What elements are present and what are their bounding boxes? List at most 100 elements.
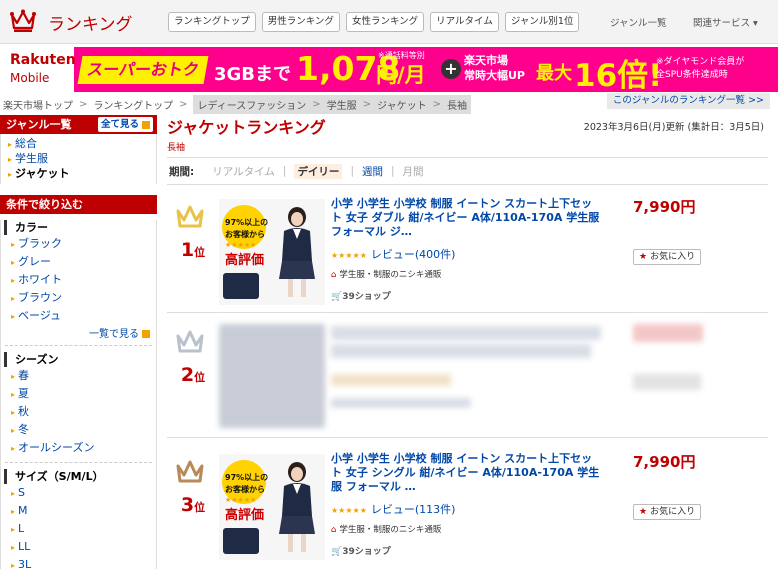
rakuten-mobile-logo: Rakuten Mobile [0,47,76,92]
shop-link[interactable]: ⌂ 学生服・制服のニシキ通販 [331,268,441,280]
nav-realtime[interactable]: リアルタイム [430,12,499,32]
star-icon: ★ [639,252,648,262]
banner-max-label: 最大 [536,63,572,84]
banner-catch: スーパーおトク [77,56,209,84]
color-option[interactable]: ホワイト [1,271,156,289]
sidebar: ジャンル一覧 全て見る 総合 学生服 ジャケット 条件で絞り込む カラー ブラッ… [0,115,157,569]
color-filter-title: カラー [4,220,156,235]
crown-logo-icon[interactable] [10,9,36,33]
show-all-button[interactable]: 全て見る [97,117,153,132]
banner-data-amount: 3GBまで [214,64,292,85]
breadcrumb: 楽天市場トップ > ランキングトップ > レディースファッション > 学生服 >… [3,95,471,114]
points-badge: 🛒39ショップ [331,292,391,302]
nav-ranking-top[interactable]: ランキングトップ [168,12,256,32]
banner-max-value: 16倍! [574,58,663,92]
genre-item-overall[interactable]: 総合 [1,137,156,152]
top-nav: ランキングトップ 男性ランキング 女性ランキング リアルタイム ジャンル別1位 [168,12,580,32]
period-realtime[interactable]: リアルタイム [212,164,275,179]
color-option[interactable]: ブラウン [1,289,156,307]
related-services-menu[interactable]: 関連サービス ▾ [693,15,758,29]
season-option[interactable]: 秋 [1,403,156,421]
stars-icon: ★★★★★ [225,241,257,249]
banner-note: ※ダイヤモンド会員が 全SPU条件達成時 [656,57,745,80]
breadcrumb-item[interactable]: 楽天市場トップ [3,97,73,112]
blurred-button [633,374,701,390]
arrow-icon [142,120,150,129]
model-image [279,207,315,297]
size-option[interactable]: S [1,484,156,502]
rank-number: 2位 [180,364,206,386]
size-option[interactable]: L [1,520,156,538]
promo-banner[interactable]: Rakuten Mobile スーパーおトク 3GBまで 1,078 ※通話料等… [0,47,778,92]
breadcrumb-item[interactable]: レディースファッション [197,97,306,112]
season-option[interactable]: 冬 [1,421,156,439]
breadcrumb-item[interactable]: ジャケット [377,97,427,112]
divider [5,345,152,346]
breadcrumb-item[interactable]: ランキングトップ [93,97,173,112]
blurred-text [331,398,471,408]
crown-icon [176,205,204,228]
jacket-image [223,273,259,299]
rank-number: 3位 [180,494,206,516]
size-option[interactable]: M [1,502,156,520]
size-option[interactable]: LL [1,538,156,556]
jacket-image [223,528,259,554]
product-name-link[interactable]: 小学 小学生 小学校 制服 イートン スカート上下セット 女子 シングル 紺/ネ… [331,452,601,494]
star-icon: ★ [639,507,648,517]
breadcrumb-item: 長袖 [446,101,467,112]
breadcrumb-item[interactable]: 学生服 [327,97,357,112]
shop-house-icon: ⌂ [331,525,337,535]
product-image[interactable]: 97%以上の お客様から ★★★★★ 高評価 [219,454,325,560]
color-option[interactable]: ベージュ [1,307,156,325]
banner-market: 楽天市場 常時大幅UP [464,54,525,82]
period-monthly[interactable]: 月間 [403,164,424,179]
cart-icon: 🛒 [331,292,343,302]
color-more-link[interactable]: 一覧で見る [1,325,156,340]
genre-list: 総合 学生服 ジャケット [0,134,157,184]
nav-women-ranking[interactable]: 女性ランキング [345,12,425,32]
genre-list-header: ジャンル一覧 全て見る [0,115,157,134]
blurred-text [331,326,601,340]
rank-number: 1位 [180,239,206,261]
color-option[interactable]: ブラック [1,235,156,253]
color-option[interactable]: グレー [1,253,156,271]
ranking-item: 2位 [167,318,768,438]
product-name-link[interactable]: 小学 小学生 小学校 制服 イートン スカート上下セット 女子 ダブル 紺/ネイ… [331,197,601,239]
favorite-button[interactable]: ★ お気に入り [633,249,702,265]
divider [5,462,152,463]
favorite-button[interactable]: ★ お気に入り [633,504,702,520]
blurred-product-image [219,324,325,428]
review-link[interactable]: ★★★★★ レビュー(400件) [331,246,455,262]
genre-item-jacket[interactable]: ジャケット [1,167,156,182]
review-stars-icon: ★★★★★ [331,506,367,515]
season-option[interactable]: オールシーズン [1,439,156,457]
page-subtitle: 長袖 [167,143,186,153]
period-weekly[interactable]: 週間 [362,164,383,179]
period-daily[interactable]: デイリー [294,163,343,179]
period-selector: 期間: リアルタイム | デイリー | 週間 | 月間 [167,157,768,185]
genre-item-school-uniform[interactable]: 学生服 [1,152,156,167]
review-link[interactable]: ★★★★★ レビュー(113件) [331,501,455,517]
nav-genre-first[interactable]: ジャンル別1位 [504,12,580,32]
size-option[interactable]: 3L [1,556,156,569]
cart-icon: 🛒 [331,547,343,557]
shop-link[interactable]: ⌂ 学生服・制服のニシキ通販 [331,523,441,535]
page-title: ジャケットランキング [167,118,326,137]
points-badge: 🛒39ショップ [331,547,391,557]
page-logo-title[interactable]: ランキング [48,10,133,35]
genre-ranking-list-link[interactable]: このジャンルのランキング一覧 >> [606,93,770,109]
season-option[interactable]: 夏 [1,385,156,403]
season-filter-title: シーズン [4,352,156,367]
genre-list-link[interactable]: ジャンル一覧 [610,15,667,29]
season-option[interactable]: 春 [1,367,156,385]
crown-icon [176,460,204,483]
nav-men-ranking[interactable]: 男性ランキング [261,12,340,32]
filter-section: カラー ブラック グレー ホワイト ブラウン ベージュ 一覧で見る シーズン 春… [0,220,157,569]
ranking-item: 1位 97%以上の お客様から ★★★★★ 高評価 小学 小学生 小学校 制服 … [167,193,768,313]
product-image[interactable]: 97%以上の お客様から ★★★★★ 高評価 [219,199,325,305]
price: 7,990円 [633,453,696,471]
crown-icon [176,330,204,353]
size-filter-title: サイズ（S/M/L） [4,469,156,484]
updated-date: 2023年3月6日(月)更新 (集計日：3月5日) [583,122,764,133]
shop-house-icon: ⌂ [331,270,337,280]
